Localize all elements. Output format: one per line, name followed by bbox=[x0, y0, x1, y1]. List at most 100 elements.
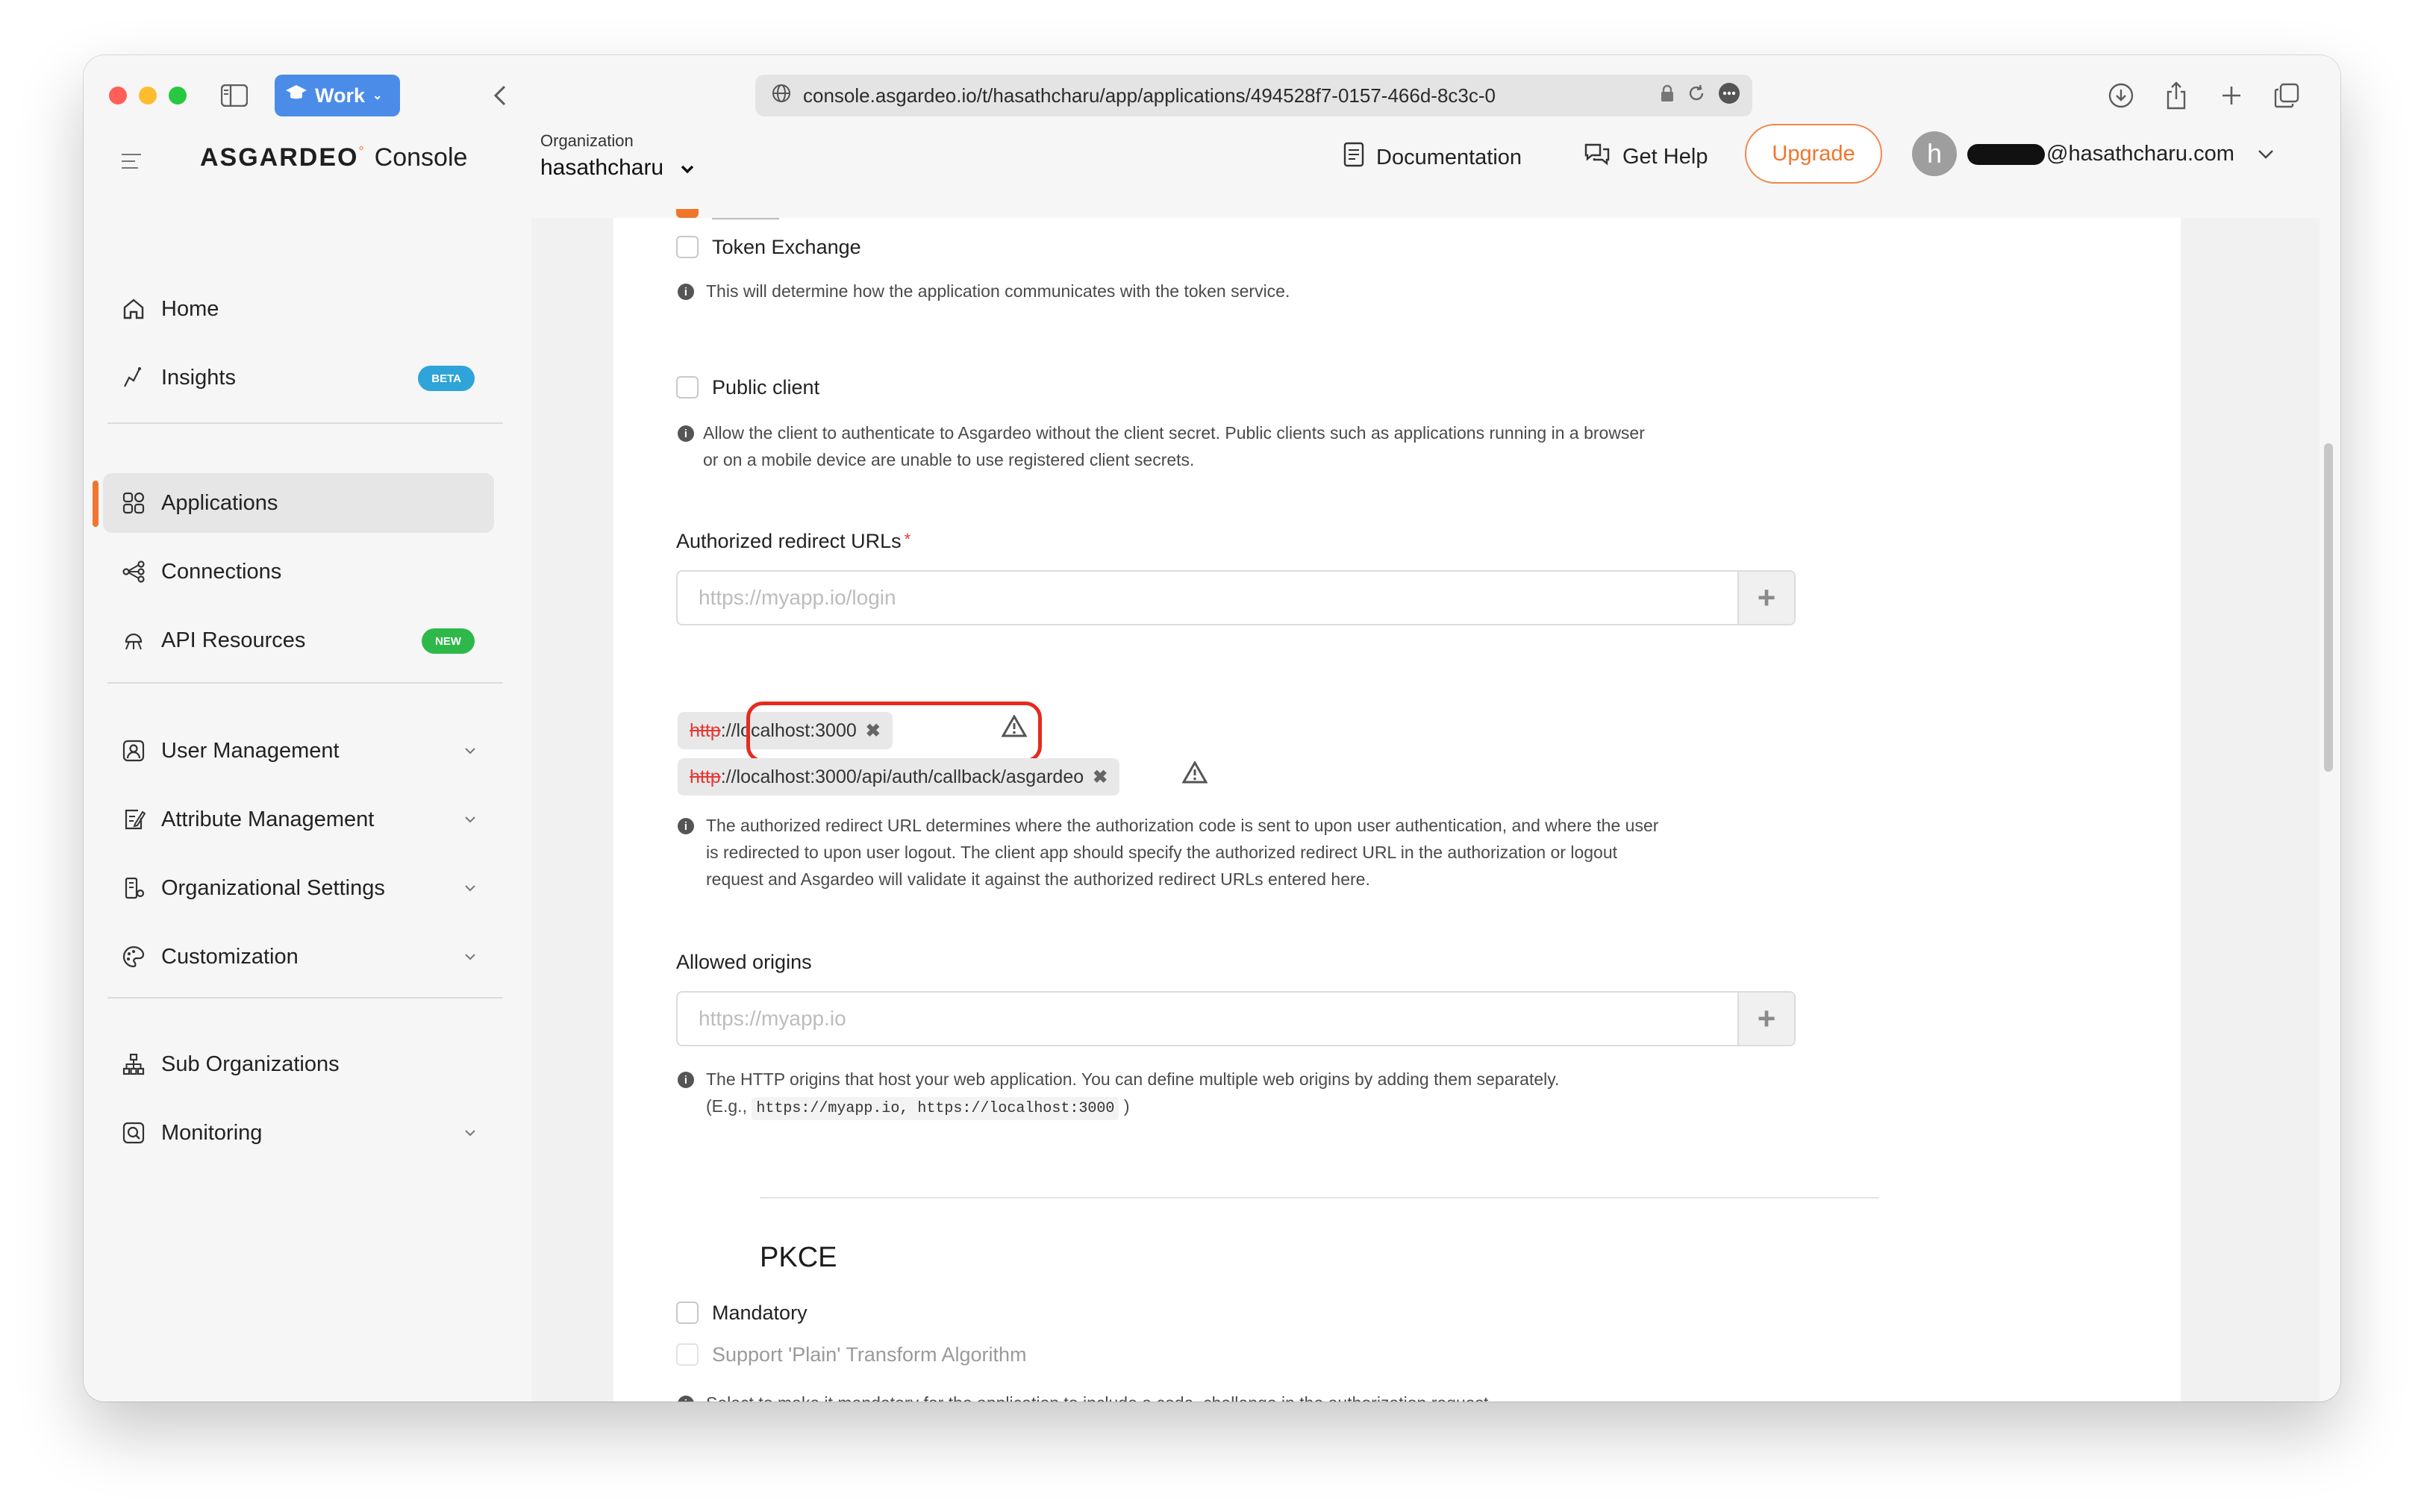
new-tab-icon[interactable] bbox=[2214, 78, 2249, 113]
address-bar[interactable]: console.asgardeo.io/t/hasathcharu/app/ap… bbox=[755, 75, 1752, 116]
brand[interactable]: ASGARDEO° Console bbox=[200, 141, 467, 172]
sidebar-item-insights[interactable]: Insights BETA bbox=[103, 348, 494, 407]
chevron-down-icon bbox=[2257, 142, 2275, 166]
sidebar-item-label: Organizational Settings bbox=[161, 875, 385, 900]
redirect-url-field: + bbox=[676, 570, 1796, 625]
sidebar-item-connections[interactable]: Connections bbox=[103, 542, 494, 602]
redirect-url-input[interactable] bbox=[678, 571, 1737, 625]
info-icon: i bbox=[678, 1072, 694, 1088]
sidebar-item-label: API Resources bbox=[161, 628, 306, 652]
download-icon[interactable] bbox=[2103, 78, 2139, 113]
brand-product: Console bbox=[374, 143, 468, 172]
graduation-cap-icon bbox=[285, 84, 307, 108]
upgrade-button[interactable]: Upgrade bbox=[1745, 124, 1882, 184]
redirect-url-chip: http://localhost:3000/api/auth/callback/… bbox=[678, 758, 1120, 796]
sidebar: Home Insights BETA Applications Connecti… bbox=[84, 242, 540, 1402]
sidebar-item-label: User Management bbox=[161, 738, 340, 763]
protocol-settings-panel bbox=[613, 218, 2181, 1402]
grant-type-hint: This will determine how the application … bbox=[706, 281, 1290, 301]
documentation-link[interactable]: Documentation bbox=[1343, 142, 1522, 173]
add-redirect-url-button[interactable]: + bbox=[1737, 572, 1794, 624]
close-window-button[interactable] bbox=[109, 87, 127, 104]
reload-icon[interactable] bbox=[1687, 84, 1706, 108]
minimize-window-button[interactable] bbox=[139, 87, 157, 104]
new-badge: NEW bbox=[422, 628, 475, 654]
section-divider bbox=[760, 1197, 1879, 1199]
sidebar-item-applications[interactable]: Applications bbox=[103, 473, 494, 533]
sidebar-item-organizational-settings[interactable]: Organizational Settings bbox=[103, 858, 494, 918]
sidebar-item-label: Insights bbox=[161, 365, 236, 390]
allowed-origins-label: Allowed origins bbox=[676, 951, 812, 973]
get-help-link[interactable]: Get Help bbox=[1584, 142, 1708, 172]
redirect-url-hint-line-3: request and Asgardeo will validate it ag… bbox=[706, 869, 1370, 889]
monitoring-icon bbox=[119, 1119, 148, 1147]
sidebar-item-customization[interactable]: Customization bbox=[103, 927, 494, 987]
sidebar-item-home[interactable]: Home bbox=[103, 279, 494, 339]
organization-settings-icon bbox=[119, 874, 148, 902]
beta-badge: BETA bbox=[418, 366, 475, 391]
example-origins-code: https://myapp.io, https://localhost:3000 bbox=[752, 1097, 1119, 1120]
share-icon[interactable] bbox=[2158, 78, 2194, 113]
browser-toolbar: Work ⌄ console.asgardeo.io/t/hasathcharu… bbox=[84, 55, 2340, 131]
lock-icon bbox=[1660, 84, 1675, 107]
redirect-url-hint-line-1: The authorized redirect URL determines w… bbox=[706, 816, 1659, 835]
sidebar-item-label: Attribute Management bbox=[161, 807, 375, 831]
info-icon: i bbox=[678, 284, 694, 300]
public-client-checkbox[interactable] bbox=[676, 376, 699, 399]
url-text: ://localhost:3000/api/auth/callback/asga… bbox=[720, 766, 1084, 787]
document-icon bbox=[1343, 142, 1364, 173]
add-origin-button[interactable]: + bbox=[1737, 993, 1794, 1045]
redirect-urls-label-text: Authorized redirect URLs bbox=[676, 530, 902, 552]
sidebar-divider bbox=[107, 682, 503, 684]
scrollbar[interactable] bbox=[2324, 443, 2333, 772]
sidebar-toggle-icon[interactable] bbox=[216, 78, 252, 113]
remove-url-icon[interactable]: ✖ bbox=[1093, 766, 1108, 788]
zoom-window-button[interactable] bbox=[169, 87, 187, 104]
sidebar-item-attribute-management[interactable]: Attribute Management bbox=[103, 790, 494, 849]
globe-icon bbox=[772, 84, 791, 108]
token-exchange-checkbox[interactable] bbox=[676, 236, 699, 258]
chevron-down-icon bbox=[680, 155, 695, 181]
sidebar-item-sub-organizations[interactable]: Sub Organizations bbox=[103, 1034, 494, 1094]
brand-logo: ASGARDEO bbox=[200, 143, 359, 172]
back-icon[interactable] bbox=[482, 78, 518, 113]
get-help-label: Get Help bbox=[1622, 144, 1708, 169]
highlight-annotation bbox=[746, 702, 1042, 763]
code-grant-label-cutoff bbox=[712, 218, 779, 219]
chevron-down-icon bbox=[463, 806, 478, 831]
allowed-origins-field: + bbox=[676, 991, 1796, 1046]
user-menu[interactable]: @hasathcharu.com bbox=[1967, 142, 2275, 166]
sidebar-item-monitoring[interactable]: Monitoring bbox=[103, 1103, 494, 1163]
applications-grid-icon bbox=[119, 489, 148, 517]
organization-switcher[interactable]: hasathcharu bbox=[540, 155, 695, 181]
allowed-origins-hint-line-2: (E.g., https://myapp.io, https://localho… bbox=[706, 1093, 1130, 1122]
active-indicator bbox=[93, 481, 99, 527]
avatar[interactable]: h bbox=[1912, 131, 1957, 176]
menu-icon[interactable] bbox=[113, 143, 149, 179]
pkce-plain-checkbox[interactable] bbox=[676, 1343, 699, 1366]
documentation-label: Documentation bbox=[1376, 145, 1522, 169]
home-icon bbox=[119, 295, 148, 323]
sidebar-item-label: Connections bbox=[161, 559, 282, 584]
sidebar-divider bbox=[107, 422, 503, 424]
more-options-icon[interactable] bbox=[1718, 82, 1740, 110]
public-client-hint-line-1: Allow the client to authenticate to Asga… bbox=[703, 423, 1645, 443]
allowed-origins-input[interactable] bbox=[678, 992, 1737, 1046]
code-grant-checkbox[interactable] bbox=[676, 209, 699, 218]
public-client-hint-line-2: or on a mobile device are unable to use … bbox=[703, 450, 1195, 469]
sidebar-item-api-resources[interactable]: API Resources NEW bbox=[103, 610, 494, 670]
chevron-down-icon bbox=[463, 1119, 478, 1144]
sidebar-item-user-management[interactable]: User Management bbox=[103, 721, 494, 781]
example-suffix: ) bbox=[1123, 1096, 1130, 1116]
pkce-mandatory-checkbox[interactable] bbox=[676, 1302, 699, 1324]
insights-icon bbox=[119, 363, 148, 392]
chevron-down-icon bbox=[463, 737, 478, 762]
profile-switcher-button[interactable]: Work ⌄ bbox=[275, 75, 400, 116]
warning-icon[interactable] bbox=[1181, 760, 1208, 787]
chevron-down-icon bbox=[463, 875, 478, 899]
connections-icon bbox=[119, 557, 148, 586]
chat-bubbles-icon bbox=[1584, 142, 1611, 172]
tab-overview-icon[interactable] bbox=[2269, 78, 2305, 113]
pkce-mandatory-label: Mandatory bbox=[712, 1302, 808, 1324]
required-mark: * bbox=[904, 530, 911, 549]
